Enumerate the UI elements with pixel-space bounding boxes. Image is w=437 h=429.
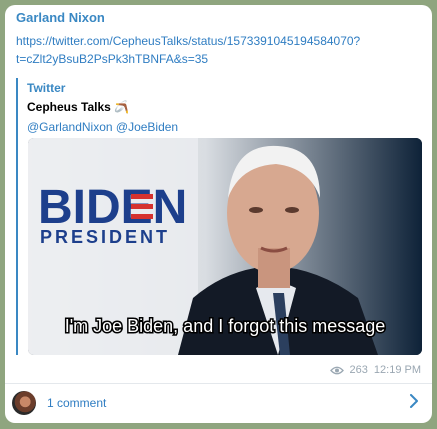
logo-subtext: PRESIDENT [40, 227, 170, 247]
preview-image-graphic: BIDEN PRESIDENT I'm Joe Biden, and I for… [28, 138, 422, 355]
message-meta: 263 12:19 PM [329, 364, 421, 376]
footer-divider [5, 383, 432, 384]
logo-stripe [131, 214, 153, 219]
chevron-right-icon[interactable] [409, 394, 419, 408]
link-preview[interactable]: Twitter Cepheus Talks 🪃 @GarlandNixon @J… [16, 78, 422, 355]
eye-icon [329, 366, 344, 374]
preview-image[interactable]: BIDEN PRESIDENT I'm Joe Biden, and I for… [28, 138, 422, 355]
preview-title: Cepheus Talks 🪃 [27, 100, 130, 114]
link-line-1[interactable]: https://twitter.com/CepheusTalks/status/… [16, 32, 411, 50]
message-time: 12:19 PM [373, 364, 421, 376]
view-count: 263 [349, 364, 368, 376]
message-link[interactable]: https://twitter.com/CepheusTalks/status/… [16, 32, 411, 68]
preview-description: @GarlandNixon @JoeBiden [27, 120, 179, 134]
link-line-2[interactable]: t=cZlt2yBsuB2PsPk3hTBNFA&s=35 [16, 50, 411, 68]
image-caption: I'm Joe Biden, and I forgot this message [65, 316, 386, 336]
comments-link[interactable]: 1 comment [47, 396, 106, 410]
sender-name[interactable]: Garland Nixon [16, 10, 105, 25]
commenter-avatar[interactable] [12, 391, 36, 415]
preview-site-name: Twitter [27, 81, 66, 95]
logo-stripe [131, 194, 153, 199]
logo-stripe [131, 204, 153, 209]
